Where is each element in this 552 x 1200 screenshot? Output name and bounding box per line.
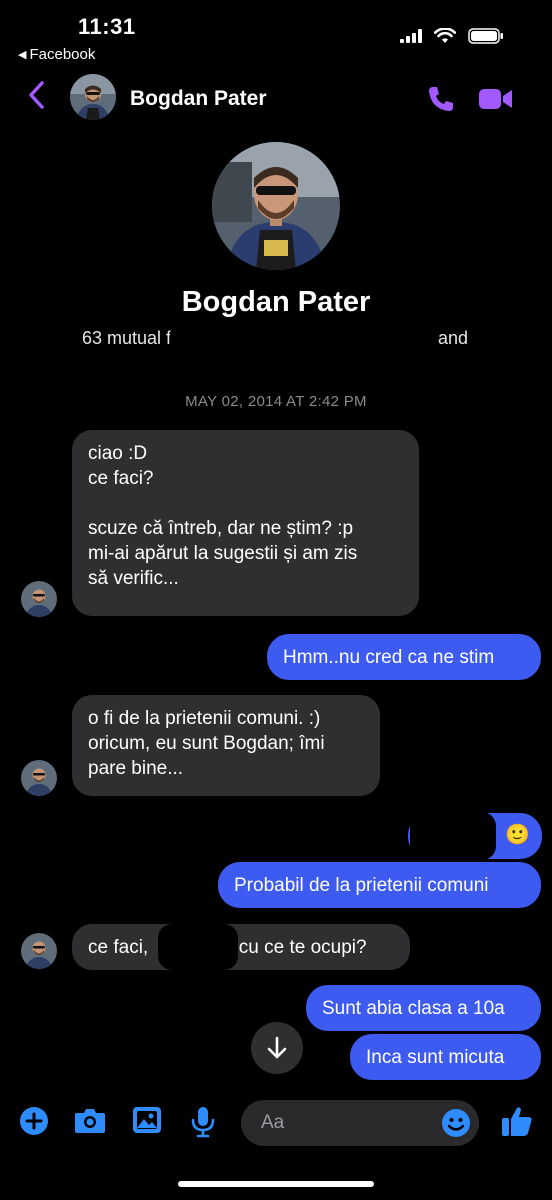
sender-avatar[interactable]	[21, 581, 57, 617]
mutual-friends-end: and	[438, 328, 469, 348]
arrow-down-icon	[267, 1036, 287, 1059]
message-text-part: , cu ce te ocupi?	[228, 937, 367, 958]
message-outgoing[interactable]: Sunt abia clasa a 10a	[306, 985, 541, 1031]
message-outgoing[interactable]: Inca sunt micuta	[350, 1034, 541, 1080]
signal-icon	[400, 29, 422, 43]
sender-avatar[interactable]	[21, 760, 57, 796]
profile-name: Bogdan Pater	[181, 286, 371, 318]
message-incoming[interactable]: ce faci, , cu ce te ocupi?	[72, 924, 410, 970]
redacted-block	[158, 924, 238, 970]
avatar-image	[21, 581, 57, 617]
avatar-image	[70, 74, 116, 120]
back-chevron-icon[interactable]	[26, 80, 46, 110]
header-avatar[interactable]	[70, 74, 116, 120]
message-incoming[interactable]: ciao :D ce faci? scuze că întreb, dar ne…	[72, 430, 419, 616]
plus-icon[interactable]	[19, 1106, 49, 1136]
scroll-to-bottom-button[interactable]	[251, 1022, 303, 1074]
message-timestamp: MAY 02, 2014 AT 2:42 PM	[185, 393, 367, 410]
avatar-image	[21, 933, 57, 969]
message-text-part: ce faci,	[88, 937, 149, 958]
message-outgoing[interactable]: Hmm..nu cred ca ne stim	[267, 634, 541, 680]
avatar-image	[21, 760, 57, 796]
microphone-icon[interactable]	[190, 1106, 216, 1138]
back-app-label: Facebook	[29, 46, 96, 63]
video-camera-icon[interactable]	[478, 86, 514, 112]
mutual-friends-text: 63 mutual fr	[82, 328, 178, 348]
contact-name[interactable]: Bogdan Pater	[130, 87, 267, 111]
emoji-icon[interactable]	[441, 1108, 471, 1138]
message-incoming[interactable]: o fi de la prietenii comuni. :) oricum, …	[72, 695, 380, 796]
home-indicator[interactable]	[178, 1181, 374, 1187]
profile-avatar[interactable]	[212, 142, 340, 270]
camera-icon[interactable]	[74, 1106, 106, 1134]
battery-icon	[468, 28, 503, 44]
sender-avatar[interactable]	[21, 933, 57, 969]
message-input[interactable]: Aa	[241, 1100, 479, 1146]
redacted-block	[170, 326, 432, 354]
message-input-placeholder: Aa	[261, 1112, 285, 1133]
image-icon[interactable]	[132, 1106, 162, 1134]
status-time: 11:31	[78, 14, 136, 39]
redacted-block	[410, 812, 496, 860]
phone-icon[interactable]	[426, 84, 456, 114]
back-to-app-link[interactable]: ◀ Facebook	[18, 46, 95, 63]
status-bar: 11:31 ◀ Facebook	[0, 0, 552, 70]
status-icons	[400, 28, 504, 44]
thumbs-up-icon[interactable]	[500, 1104, 534, 1138]
back-triangle-icon: ◀	[18, 49, 27, 61]
profile-photo	[212, 142, 340, 270]
wifi-icon	[434, 28, 456, 43]
conversation-header: Bogdan Pater	[0, 72, 552, 124]
message-outgoing[interactable]: Probabil de la prietenii comuni	[218, 862, 541, 908]
